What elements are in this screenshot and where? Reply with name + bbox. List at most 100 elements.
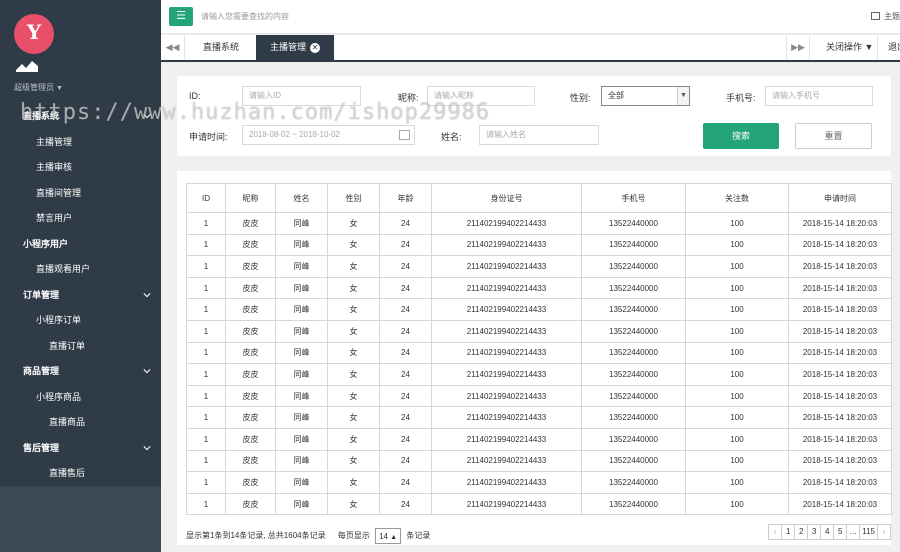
table-cell: 211402199402214433 [431, 233, 582, 257]
table-row[interactable]: 1 皮皮 同峰女 24 211402199402214433 13522440000 100… [186, 341, 892, 365]
sidebar-item[interactable]: 主播审核 [0, 155, 161, 181]
sidebar-item-label: 直播商品 [49, 417, 86, 427]
page-button[interactable]: 4 [820, 524, 835, 540]
table-cell: 211402199402214433 [431, 276, 582, 300]
table-row[interactable]: 1 皮皮 同峰女 24 211402199402214433 13522440000 100… [186, 255, 892, 278]
table-cell: 24 [379, 449, 432, 473]
table-row[interactable]: 1 皮皮 同峰女 24 211402199402214433 13522440000 100… [186, 384, 892, 408]
table-cell: 2018-15-14 18:20:03 [788, 363, 892, 386]
column-header: 年龄 [379, 183, 432, 213]
records-summary: 显示第1条到14条记录, 总共1604条记录 [186, 531, 326, 541]
table-row[interactable]: 1 皮皮 同峰女 24 211402199402214433 13522440000 100… [186, 319, 892, 343]
table-row[interactable]: 1 皮皮 同峰女 24 211402199402214433 13522440000 100… [186, 471, 892, 494]
page-size-select[interactable]: 14 ▲ [375, 528, 402, 544]
page-button[interactable]: 2 [794, 524, 809, 540]
table-cell: 皮皮 [225, 255, 276, 278]
sidebar-item[interactable]: 小程序用户 [0, 232, 161, 258]
table-cell: 2018-15-14 18:20:03 [788, 212, 892, 235]
table-cell: 13522440000 [581, 276, 686, 300]
table-row[interactable]: 1 皮皮 同峰女 24 211402199402214433 13522440000 100… [186, 449, 892, 473]
table-cell: 211402199402214433 [431, 363, 582, 386]
table-cell: 100 [685, 449, 789, 473]
gender-select[interactable]: 全部 ▼ [601, 86, 690, 106]
tab-prev-icon[interactable]: ◀◀ [161, 35, 185, 60]
page-button[interactable]: ... [846, 524, 861, 540]
close-tab-icon[interactable]: ✕ [310, 43, 321, 53]
sidebar-item[interactable]: 直播售后 [0, 461, 161, 487]
admin-menu[interactable]: 超级管理员 ▼ [14, 82, 63, 93]
prev-page-button[interactable]: ‹ [768, 524, 783, 540]
table-row[interactable]: 1 皮皮 同峰女 24 211402199402214433 13522440000 100… [186, 276, 892, 300]
page-button[interactable]: 3 [807, 524, 822, 540]
theme-button[interactable]: 主题 [871, 11, 900, 22]
admin-label: 超级管理员 [14, 83, 54, 92]
apply-time-range-input[interactable]: 2018-08-02 ~ 2018-10-02 [242, 125, 415, 145]
sidebar-item[interactable]: 小程序商品 [0, 385, 161, 411]
column-header: ID [186, 183, 226, 213]
pagination: ‹ 1 2 3 4 5... 115 › [768, 524, 891, 540]
table-cell: 211402199402214433 [431, 212, 582, 235]
tab-next-icon[interactable]: ▶▶ [786, 35, 810, 60]
table-row[interactable]: 1 皮皮 同峰女 24 211402199402214433 13522440000 100… [186, 212, 892, 235]
table-row[interactable]: 1 皮皮 同峰女 24 211402199402214433 13522440000 100… [186, 406, 892, 429]
sidebar-item[interactable]: 直播订单 [0, 334, 161, 360]
sidebar-item[interactable]: 直播商品 [0, 410, 161, 436]
sidebar-item[interactable]: 订单管理 [0, 283, 161, 309]
exit-button[interactable]: 退出 [888, 35, 900, 60]
table-row[interactable]: 1 皮皮 同峰女 24 211402199402214433 13522440000 100… [186, 363, 892, 386]
table-cell: 211402199402214433 [431, 492, 582, 516]
table-cell: 13522440000 [581, 471, 686, 494]
menu-toggle-button[interactable]: ☰ [169, 7, 193, 26]
column-header: 姓名 [275, 183, 328, 213]
table-cell: 13522440000 [581, 492, 686, 516]
global-search-input[interactable]: 请输入您需要查找的内容 [201, 11, 289, 22]
sidebar-item[interactable]: 主播管理 [0, 130, 161, 156]
sidebar-item[interactable]: 禁言用户 [0, 206, 161, 232]
table-row[interactable]: 1 皮皮 同峰女 24 211402199402214433 13522440000 100… [186, 233, 892, 257]
sidebar-item[interactable]: 直播观看用户 [0, 257, 161, 283]
sidebar-item[interactable]: 小程序订单 [0, 308, 161, 334]
reset-button[interactable]: 重置 [795, 123, 872, 149]
table-row[interactable]: 1 皮皮 同峰女 24 211402199402214433 13522440000 100… [186, 298, 892, 321]
table-row[interactable]: 1 皮皮 同峰女 24 211402199402214433 13522440000 100… [186, 427, 892, 451]
table-cell: 皮皮 [225, 492, 276, 516]
tab-live-system[interactable]: 直播系统 [189, 35, 253, 60]
sidebar-item[interactable]: 直播系统 [0, 104, 161, 130]
page-button[interactable]: 1 [781, 524, 796, 540]
table-cell: 同峰 [275, 319, 328, 343]
table-cell: 女 [327, 319, 380, 343]
phone-input[interactable]: 请输入手机号 [765, 86, 873, 106]
per-page-label: 每页显示 [337, 531, 370, 541]
page-button[interactable]: 115 [859, 524, 878, 540]
sidebar-item[interactable]: 售后管理 [0, 436, 161, 462]
apply-time-label: 申请时间: [189, 132, 228, 142]
table-cell: 2018-15-14 18:20:03 [788, 384, 892, 408]
sidebar-item-label: 售后管理 [23, 442, 60, 453]
table-cell: 1 [186, 449, 226, 473]
column-header: 关注数 [685, 183, 789, 213]
table-cell: 同峰 [275, 449, 328, 473]
table-row[interactable]: 1 皮皮 同峰女 24 211402199402214433 13522440000 100… [186, 492, 892, 516]
sidebar-item[interactable]: 商品管理 [0, 359, 161, 385]
sidebar-item[interactable]: 直播间管理 [0, 181, 161, 207]
caret-down-icon: ▼ [864, 42, 874, 52]
page-button[interactable]: 5 [833, 524, 848, 540]
table-cell: 2018-15-14 18:20:03 [788, 319, 892, 343]
table-cell: 13522440000 [581, 384, 686, 408]
table-cell: 13522440000 [581, 298, 686, 321]
tab-anchor-management[interactable]: 主播管理 ✕ [256, 35, 335, 62]
id-input[interactable]: 请输入ID [242, 86, 361, 106]
table-cell: 皮皮 [225, 427, 276, 451]
table-body: 1 皮皮 同峰女 24 211402199402214433 13522440000 100… [186, 212, 892, 516]
table-cell: 2018-15-14 18:20:03 [788, 233, 892, 257]
table-cell: 同峰 [275, 298, 328, 321]
nickname-input[interactable]: 请输入昵称 [427, 86, 535, 106]
next-page-button[interactable]: › [877, 524, 891, 540]
close-operations-dropdown[interactable]: 关闭操作 ▼ [810, 35, 878, 60]
name-input[interactable]: 请输入姓名 [479, 125, 599, 145]
dropdown-arrow-icon: ▼ [677, 87, 689, 105]
chevron-down-icon [143, 292, 151, 297]
column-header: 手机号 [581, 183, 686, 213]
exit-label: 退出 [888, 42, 900, 52]
search-button[interactable]: 搜索 [703, 123, 779, 149]
